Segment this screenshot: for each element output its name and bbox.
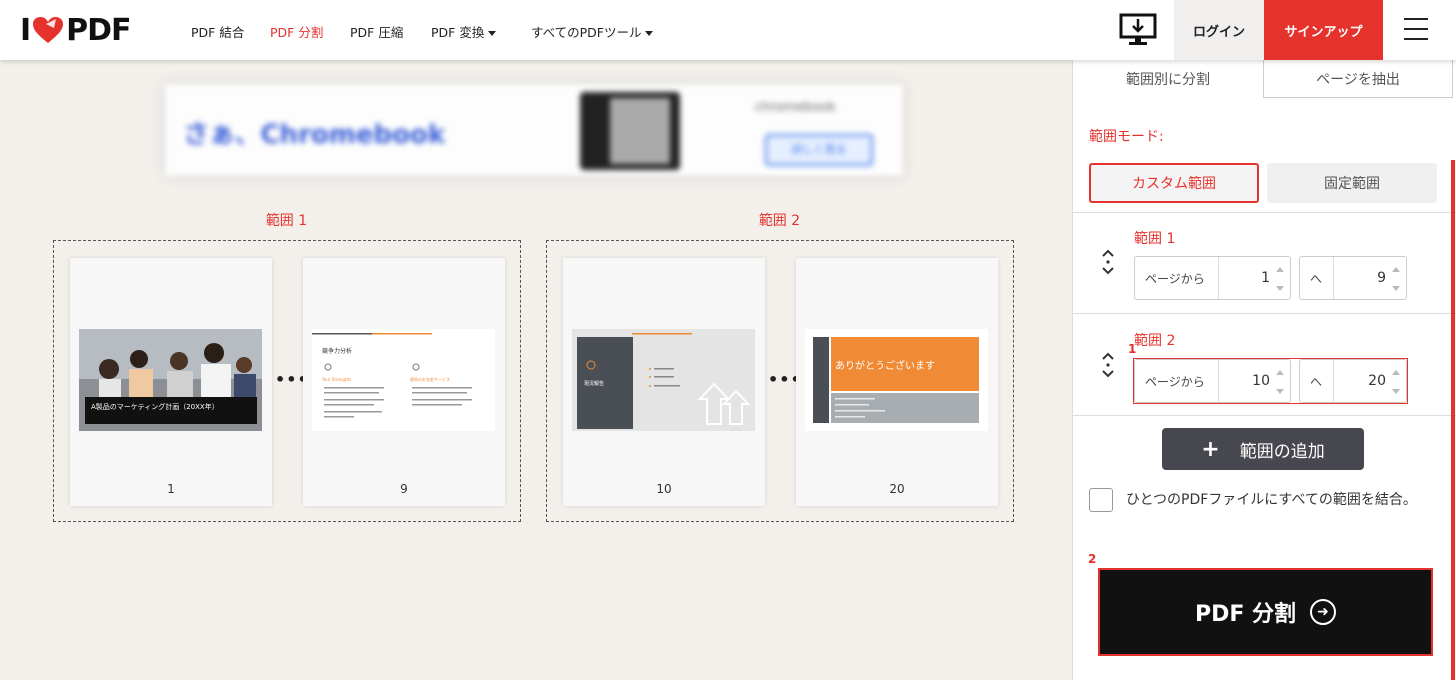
slide-thanks-thumb: ありがとうございます — [805, 329, 988, 431]
ilovepdf-logo[interactable]: I PDF — [20, 12, 132, 48]
arrow-right-circle-icon: ➜ — [1310, 599, 1337, 625]
from-label: ページから — [1135, 257, 1219, 299]
page-thumbnail-20[interactable]: ありがとうございます 20 — [796, 258, 998, 506]
to-label: へ — [1300, 257, 1334, 299]
add-range-button[interactable]: + 範囲の追加 — [1162, 428, 1364, 470]
add-range-label: 範囲の追加 — [1239, 441, 1325, 462]
annotation-marker-2: 2 — [1088, 552, 1097, 566]
slide-20-title: ありがとうございます — [835, 359, 935, 372]
stepper-arrows-icon[interactable] — [1392, 267, 1400, 291]
stepper-arrows-icon[interactable] — [1276, 267, 1284, 291]
slide-status-thumb: 現況報告 — [572, 329, 755, 431]
page-number: 10 — [656, 482, 672, 496]
nav-all-tools-label: すべてのPDFツール — [531, 25, 642, 40]
page-thumbnail-9[interactable]: 競争力分析 Your Strengths 競合のお名前サービス 9 — [303, 258, 505, 506]
merge-ranges-checkbox[interactable] — [1089, 488, 1113, 512]
panel-scrollbar[interactable] — [1451, 160, 1455, 680]
slide-9-title: 競争力分析 — [322, 347, 352, 355]
to-label: へ — [1300, 360, 1334, 402]
login-button[interactable]: ログイン — [1174, 0, 1264, 60]
drag-handle-icon[interactable] — [1100, 248, 1116, 276]
divider — [1073, 313, 1456, 314]
nav-compress[interactable]: PDF 圧縮 — [350, 22, 403, 41]
page-thumbnail-1[interactable]: A製品のマーケティング計画（20XX年） 1 — [70, 258, 272, 506]
divider — [1073, 212, 1456, 213]
from-label: ページから — [1135, 360, 1219, 402]
slide-competition-thumb: 競争力分析 Your Strengths 競合のお名前サービス — [312, 329, 495, 431]
slide-10-title: 現況報告 — [584, 380, 604, 387]
tab-extract-pages[interactable]: ページを抽出 — [1263, 60, 1453, 98]
hamburger-menu-icon[interactable] — [1404, 18, 1436, 42]
laptop-screen-image — [610, 98, 670, 164]
range-1-title: 範囲 1 — [1134, 231, 1176, 247]
range-1-from-field[interactable]: ページから 1 — [1134, 256, 1291, 300]
nav-all-tools[interactable]: すべてのPDFツール — [531, 22, 654, 41]
nav-merge[interactable]: PDF 結合 — [191, 22, 244, 41]
logo-wordmark: PDF — [66, 12, 131, 48]
fixed-range-button[interactable]: 固定範囲 — [1267, 163, 1437, 203]
split-pdf-label: PDF 分割 — [1194, 602, 1297, 627]
custom-range-button[interactable]: カスタム範囲 — [1089, 163, 1259, 203]
slide-9-col1: Your Strengths — [321, 377, 351, 382]
range-1-label: 範囲 1 — [265, 213, 308, 229]
range-2-from-field[interactable]: ページから 10 — [1134, 359, 1291, 403]
chevron-down-icon — [488, 31, 497, 36]
nav-convert[interactable]: PDF 変換 — [431, 22, 497, 41]
drag-handle-icon[interactable] — [1100, 351, 1116, 379]
range-mode-label: 範囲モード: — [1089, 129, 1164, 145]
merge-ranges-label: ひとつのPDFファイルにすべての範囲を結合。 — [1126, 492, 1417, 508]
ad-cta-button: 詳しく見る — [765, 134, 873, 166]
page-number: 1 — [167, 482, 175, 496]
range-2-label: 範囲 2 — [758, 213, 801, 229]
nav-split[interactable]: PDF 分割 — [270, 22, 323, 41]
stepper-arrows-icon[interactable] — [1276, 370, 1284, 394]
annotation-marker-1: 1 — [1128, 342, 1137, 356]
slide-photo-thumb: A製品のマーケティング計画（20XX年） — [79, 329, 262, 431]
divider — [1073, 415, 1456, 416]
slide-9-col2: 競合のお名前サービス — [410, 376, 450, 382]
tab-split-by-range[interactable]: 範囲別に分割 — [1073, 60, 1263, 98]
page-number: 9 — [400, 482, 408, 496]
plus-icon: + — [1201, 436, 1220, 462]
chevron-down-icon — [645, 31, 654, 36]
stepper-arrows-icon[interactable] — [1392, 370, 1400, 394]
split-options-panel: 範囲別に分割 ページを抽出 範囲モード: カスタム範囲 固定範囲 範囲 1 ペー… — [1072, 60, 1456, 680]
page-number: 20 — [889, 482, 905, 496]
nav-convert-label: PDF 変換 — [431, 25, 485, 40]
desktop-download-icon[interactable] — [1118, 12, 1158, 48]
range-2-to-field[interactable]: へ 20 — [1299, 359, 1407, 403]
logo-letter: I — [20, 12, 31, 48]
signup-button[interactable]: サインアップ — [1264, 0, 1383, 60]
split-pdf-button[interactable]: PDF 分割 ➜ — [1098, 568, 1433, 656]
slide-1-title: A製品のマーケティング計画（20XX年） — [91, 402, 219, 411]
range-1-to-field[interactable]: へ 9 — [1299, 256, 1407, 300]
range-2-title: 範囲 2 — [1134, 333, 1176, 349]
page-thumbnail-10[interactable]: 現況報告 10 — [563, 258, 765, 506]
ad-brand: chromebook — [755, 100, 836, 115]
top-header: I PDF PDF 結合 PDF 分割 PDF 圧縮 PDF 変換 すべてのPD… — [0, 0, 1456, 60]
heart-icon — [33, 17, 64, 43]
ad-headline: さぁ、Chromebook — [183, 120, 446, 150]
ad-banner[interactable]: さぁ、Chromebook chromebook 詳しく見る — [165, 84, 903, 176]
